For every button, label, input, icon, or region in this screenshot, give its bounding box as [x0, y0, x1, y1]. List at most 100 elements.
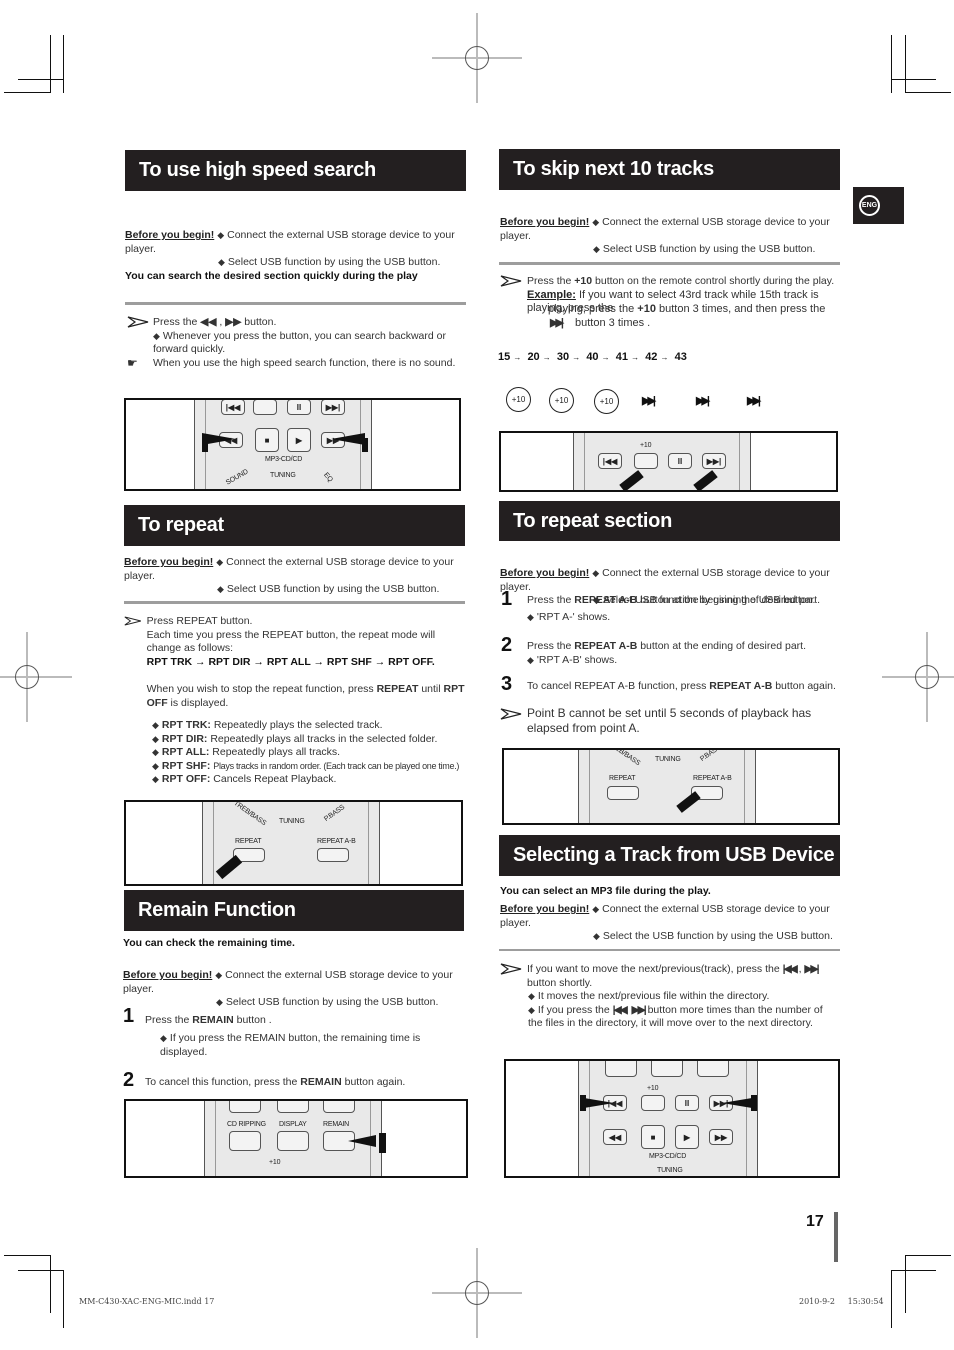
- before-you-begin-block: Before you begin! ◆ Connect the external …: [124, 556, 454, 595]
- before-you-begin-label: Before you begin!: [124, 556, 214, 568]
- pointer-right: [331, 433, 365, 445]
- pointing-hand-icon: ☛: [127, 355, 138, 370]
- previous-track-icon: |◀◀: [782, 963, 798, 975]
- remote-label-mp3: MP3-CD/CD: [649, 1153, 687, 1160]
- next-track-icon: ▶▶|: [642, 395, 656, 407]
- registration-mark-bottom: [432, 1248, 522, 1338]
- repeat-section-step2: Press the REPEAT A-B button at the endin…: [527, 640, 806, 666]
- before-you-begin-block: Before you begin! ◆ Connect the external …: [125, 229, 455, 268]
- plus10-button-icon: +10: [506, 387, 531, 412]
- skip10-example-cont: playing, press the +10 button 3 times, a…: [548, 303, 826, 329]
- divider: [499, 949, 840, 951]
- step-number: 2: [123, 1069, 135, 1091]
- next-track-icon: ▶▶|: [747, 395, 761, 407]
- before-you-begin-label: Before you begin!: [500, 216, 590, 228]
- section-intro: You can search the desired section quick…: [125, 270, 418, 282]
- fast-forward-icon: ▶▶: [225, 316, 242, 328]
- before-you-begin-label: Before you begin!: [125, 229, 215, 241]
- note-search: Whenever you press the button, you can s…: [153, 329, 446, 356]
- pointer-right: [722, 1098, 752, 1108]
- language-tab: ENG: [853, 187, 904, 224]
- repeat-section-step3: To cancel REPEAT A-B function, press REP…: [527, 680, 836, 692]
- remote-label-tuning: TUNING: [655, 756, 681, 763]
- bullet-select: Select USB function by using the USB but…: [227, 256, 441, 268]
- pointer-arrow-icon: [500, 963, 522, 975]
- instructions: Press the ◀◀ , ▶▶ button. ◆ Whenever you …: [127, 316, 456, 370]
- repeat-mode-item: ◆ RPT ALL: Repeatedly plays all tracks.: [152, 746, 341, 758]
- remote-label-repeat-ab: REPEAT A-B: [693, 775, 732, 782]
- section-intro: You can select an MP3 file during the pl…: [500, 885, 711, 897]
- repeat-line1: Press REPEAT button.: [146, 615, 253, 627]
- before-you-begin-block: Before you begin! ◆ Connect the external …: [500, 216, 830, 255]
- section-intro: You can check the remaining time.: [123, 937, 295, 949]
- remote-label-plus10: +10: [269, 1159, 281, 1166]
- remote-label-mp3: MP3-CD/CD: [265, 456, 303, 463]
- track-sequence: 15 → 20 → 30 → 40 → 41 → 42 → 43: [498, 351, 687, 363]
- registration-mark-right: [882, 632, 954, 722]
- divider: [499, 262, 840, 265]
- remote-illustration-skip10: +10 |◀◀ II ▶▶|: [499, 431, 838, 492]
- note-no-sound: When you use the high speed search funct…: [153, 356, 456, 369]
- section-title-skip10: To skip next 10 tracks: [499, 149, 840, 190]
- remote-illustration-repeat-ab: TREB/BASS TUNING P.BASS REPEAT REPEAT A-…: [502, 748, 840, 825]
- pointer-arrow-icon: [127, 316, 149, 328]
- remote-label-tuning: TUNING: [657, 1167, 683, 1174]
- repeat-mode-item: ◆ RPT TRK: Repeatedly plays the selected …: [152, 719, 383, 731]
- repeat-sequence: RPT TRK → RPT DIR → RPT ALL → RPT SHF → …: [146, 655, 435, 668]
- bullet-select: Select the USB function by using the USB…: [602, 930, 833, 942]
- before-you-begin-block: Before you begin! ◆ Connect the external …: [123, 969, 453, 1008]
- remote-label-tuning: TUNING: [279, 818, 305, 825]
- remote-label-tuning: TUNING: [270, 472, 296, 479]
- section-title-repeat-section: To repeat section: [499, 501, 840, 541]
- before-you-begin-label: Before you begin!: [500, 903, 590, 915]
- remote-label-repeat: REPEAT: [235, 838, 262, 845]
- pointer-arrow-icon: [124, 616, 141, 626]
- remote-label-plus10: +10: [647, 1085, 659, 1092]
- repeat-mode-item: ◆ RPT DIR: Repeatedly plays all tracks in…: [152, 732, 438, 745]
- section-title-repeat: To repeat: [124, 505, 465, 546]
- remote-label-display: DISPLAY: [279, 1121, 307, 1128]
- pointer-arrow-icon: [500, 275, 522, 287]
- plus10-button-icon: +10: [594, 389, 619, 414]
- remain-step1-note: ◆ If you press the REMAIN button, the rem…: [160, 1032, 421, 1058]
- before-you-begin-label: Before you begin!: [123, 969, 213, 981]
- remote-label-repeat-ab: REPEAT A-B: [317, 838, 356, 845]
- example-label: Example:: [527, 288, 576, 301]
- repeat-section-tip: Point B cannot be set until 5 seconds of…: [500, 706, 840, 736]
- rewind-icon: ◀◀: [200, 316, 217, 328]
- remote-label-remain: REMAIN: [323, 1121, 350, 1128]
- repeat-mode-list: ◆ RPT TRK: Repeatedly plays the selected …: [152, 719, 472, 787]
- step-number: 3: [501, 673, 513, 695]
- pointer-arrow-icon: [500, 708, 522, 720]
- remote-label-plus10: +10: [640, 442, 652, 449]
- step-number: 1: [123, 1005, 135, 1027]
- remain-step1: Press the REMAIN button .: [145, 1014, 272, 1026]
- remote-illustration-remain: CD RIPPING DISPLAY REMAIN +10: [124, 1099, 468, 1178]
- next-track-icon: ▶▶|: [804, 963, 819, 975]
- bullet-select: Select USB function by using the USB but…: [602, 243, 816, 255]
- plus10-button-icon: +10: [549, 388, 574, 413]
- divider: [125, 302, 466, 305]
- remote-label-cd-ripping: CD RIPPING: [227, 1121, 266, 1128]
- remote-illustration-search: |◀◀ II ▶▶| ◀◀ ■ ▶ ▶▶ MP3-CD/CD TUNING SO…: [124, 398, 461, 491]
- bullet-select: Select USB function by using the USB but…: [225, 996, 439, 1008]
- repeat-instructions: Press REPEAT button. Each time you press…: [124, 615, 469, 710]
- step-number: 1: [501, 588, 513, 610]
- section-title-usb-track: Selecting a Track from USB Device: [499, 835, 840, 876]
- registration-mark-top: [432, 13, 522, 103]
- repeat-mode-item: ◆ RPT SHF: Plays tracks in random order. …: [152, 759, 460, 772]
- remote-illustration-usb: +10 |◀◀ II ▶▶| ◀◀ ■ ▶ ▶▶ MP3-CD/CD TUNIN…: [504, 1059, 840, 1178]
- footer-timestamp: 2010-9-2 15:30:54: [799, 1297, 884, 1306]
- repeat-stop-note: When you wish to stop the repeat functio…: [146, 683, 465, 709]
- remote-label-repeat: REPEAT: [609, 775, 636, 782]
- divider: [124, 601, 465, 604]
- repeat-line2: Each time you press the REPEAT button, t…: [146, 628, 436, 655]
- step-number: 2: [501, 634, 513, 656]
- press-prefix: Press the: [153, 316, 198, 328]
- bullet-select: Select USB function by using the USB but…: [226, 583, 440, 595]
- page-number-bar: [834, 1212, 838, 1262]
- repeat-section-step1: Press the REPEAT A-B button at the begin…: [527, 594, 821, 623]
- page-number: 17: [806, 1213, 824, 1230]
- eng-badge: ENG: [859, 195, 880, 216]
- section-title-high-speed-search: To use high speed search: [125, 150, 466, 191]
